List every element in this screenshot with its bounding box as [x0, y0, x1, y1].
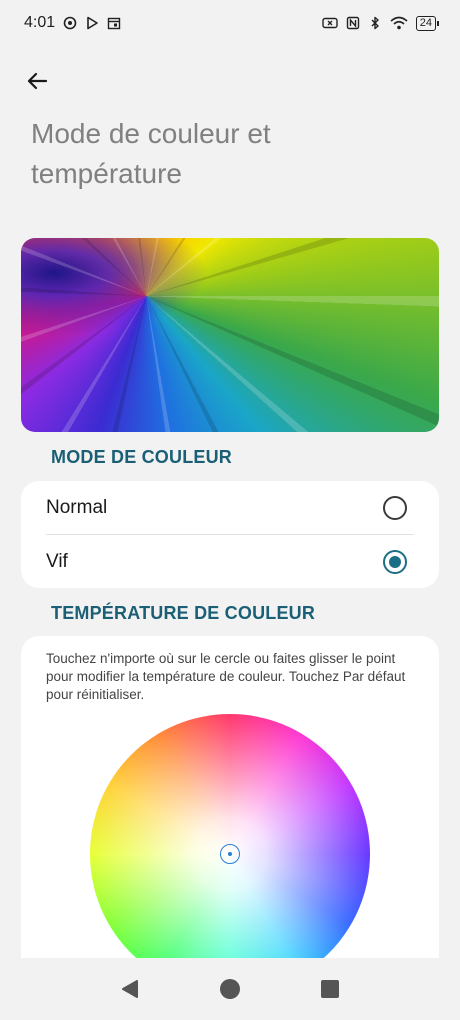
recents-square-icon — [321, 980, 339, 998]
chrome-icon — [63, 16, 77, 30]
color-temperature-wheel[interactable] — [90, 714, 370, 994]
radio-vif[interactable] — [383, 549, 407, 574]
color-temperature-handle[interactable] — [220, 844, 240, 864]
battery-icon: 24 — [415, 15, 440, 31]
page-title: Mode de couleur et température — [31, 118, 271, 189]
status-time: 4:01 — [24, 14, 56, 31]
navigation-bar — [0, 958, 460, 1020]
option-label-normal: Normal — [46, 496, 108, 518]
nfc-icon — [346, 16, 359, 30]
back-button[interactable] — [22, 66, 52, 96]
nav-back-button[interactable] — [110, 969, 150, 1009]
screen-record-icon — [322, 17, 338, 29]
nav-home-button[interactable] — [210, 969, 250, 1009]
status-bar-left: 4:01 — [24, 14, 121, 32]
back-triangle-icon — [122, 980, 138, 998]
home-circle-icon — [220, 979, 240, 999]
color-mode-preview-image — [21, 238, 439, 432]
nav-recents-button[interactable] — [310, 969, 350, 1009]
color-mode-option-vif[interactable]: Vif — [21, 535, 439, 588]
color-mode-option-normal[interactable]: Normal — [21, 481, 439, 534]
option-label-vif: Vif — [46, 550, 68, 572]
color-temperature-help-text: Touchez n'importe où sur le cercle ou fa… — [46, 651, 406, 702]
bluetooth-icon — [371, 16, 379, 30]
color-mode-section-header: MODE DE COULEUR — [51, 447, 233, 467]
color-mode-card: Normal Vif — [21, 481, 439, 588]
wifi-icon — [390, 16, 408, 30]
calendar-icon — [107, 17, 121, 30]
color-temperature-section-header: TEMPÉRATURE DE COULEUR — [51, 603, 316, 623]
back-arrow-icon — [27, 72, 48, 90]
play-store-icon — [87, 16, 98, 30]
status-bar-right: 24 — [322, 15, 440, 31]
status-bar: 4:01 24 — [0, 0, 460, 46]
radio-normal[interactable] — [383, 495, 407, 520]
